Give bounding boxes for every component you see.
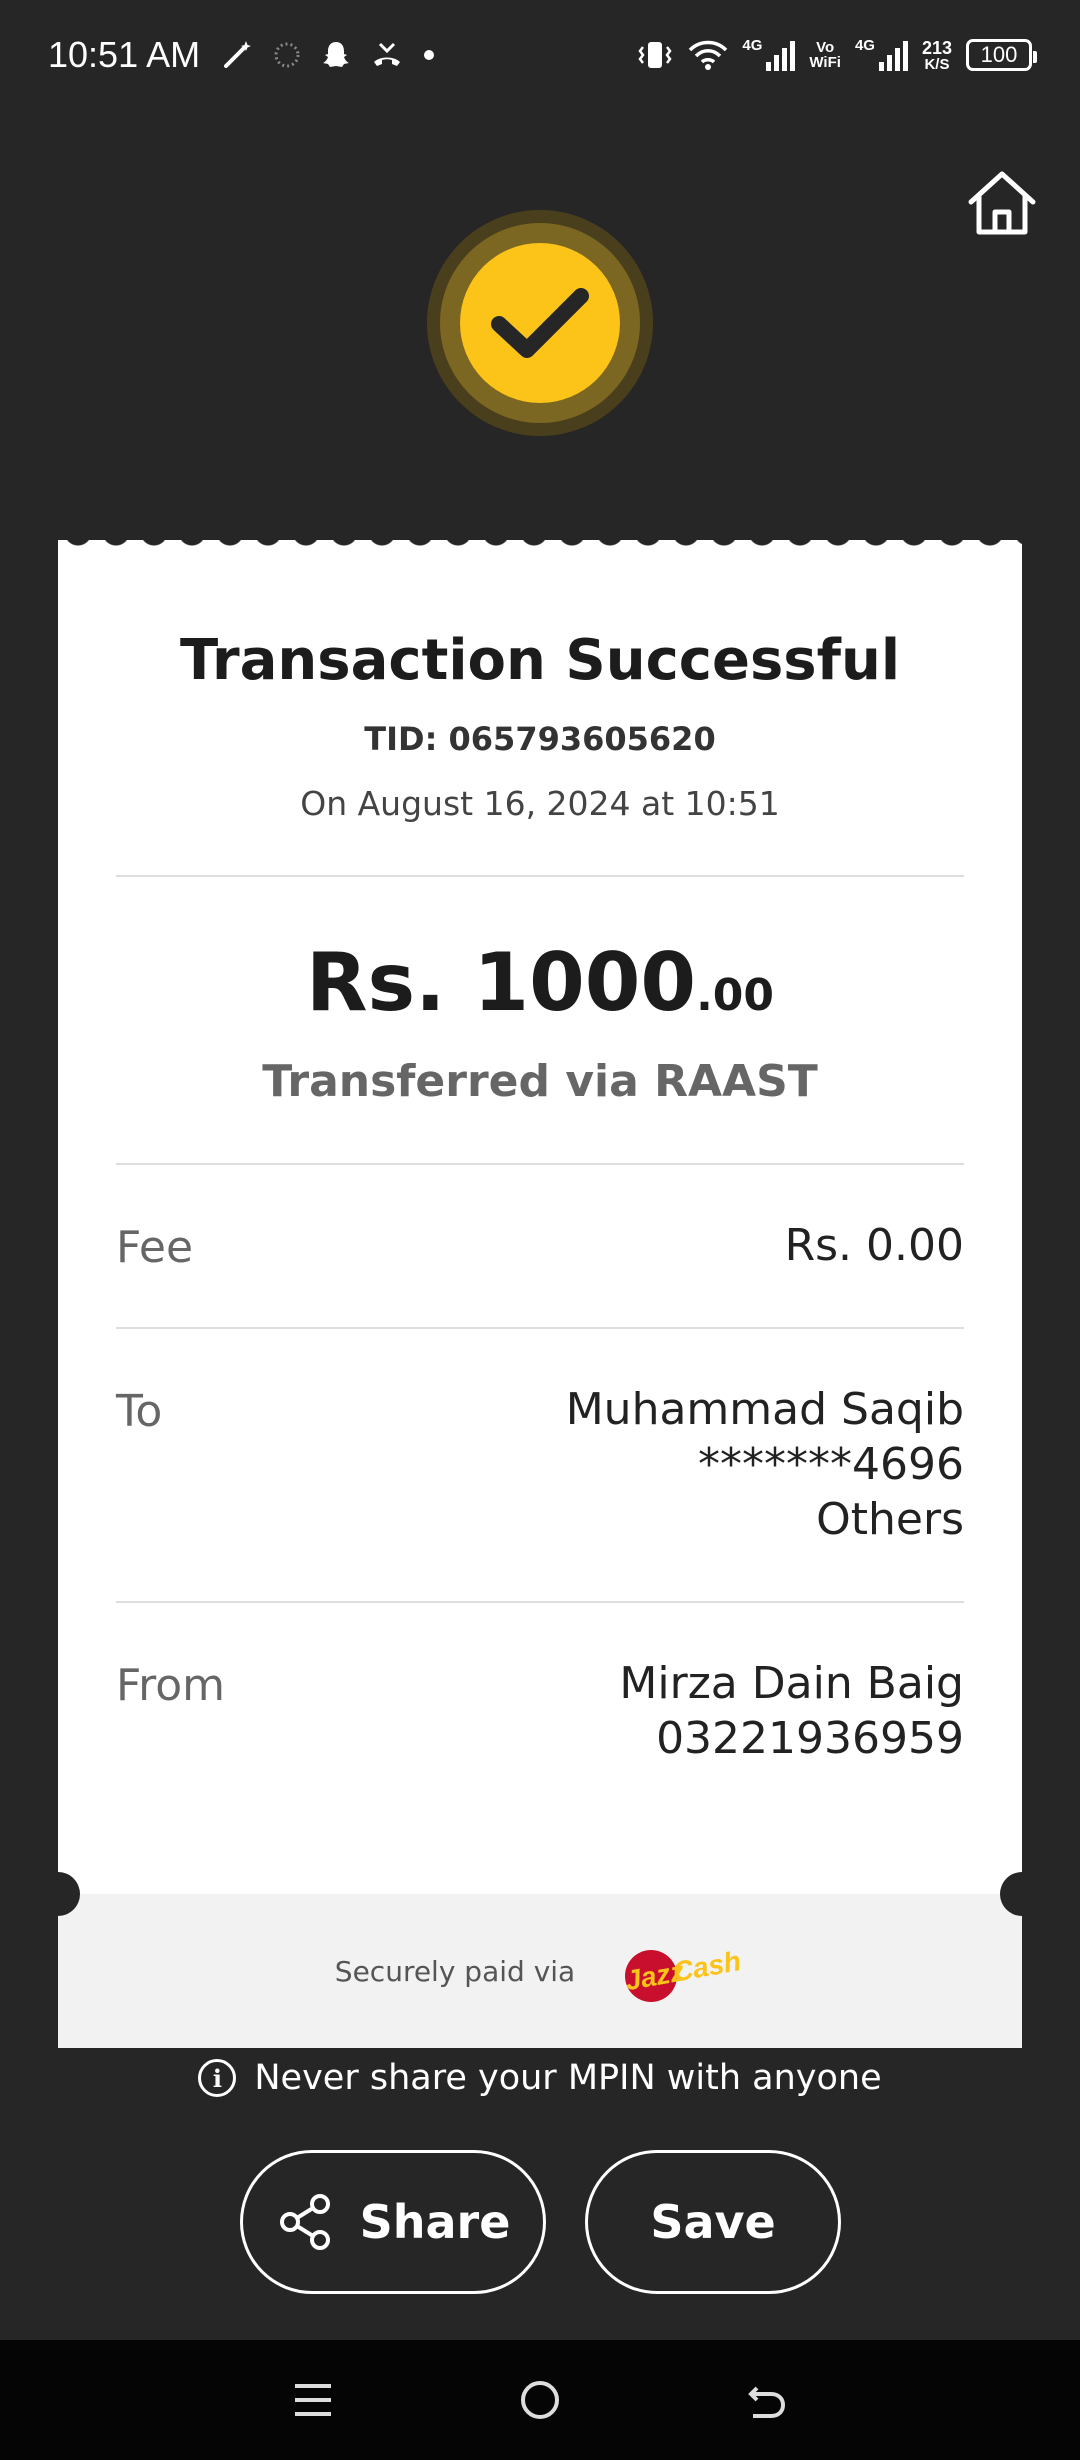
- share-button-label: Share: [359, 2195, 511, 2249]
- transaction-date: On August 16, 2024 at 10:51: [300, 784, 780, 823]
- save-button[interactable]: Save: [585, 2150, 841, 2294]
- signal-1: 4G: [742, 37, 796, 72]
- vowifi-label: Vo WiFi: [809, 39, 841, 71]
- divider: [116, 1601, 964, 1603]
- battery-indicator: 100: [966, 39, 1037, 71]
- receipt-scallop-edge: [58, 532, 1022, 558]
- system-nav-bar: [0, 2340, 1080, 2460]
- jazzcash-logo-mark: Jazz Cash: [623, 1945, 744, 2002]
- receipt-notch-right: [1000, 1872, 1044, 1916]
- to-details: Muhammad Saqib *******4696 Others: [566, 1382, 964, 1547]
- snapchat-icon: [323, 42, 350, 67]
- vibrate-icon: [638, 42, 672, 68]
- network-speed: 213 K/S: [921, 37, 952, 73]
- loading-icon: [274, 42, 300, 68]
- recent-apps-button[interactable]: [273, 2360, 353, 2440]
- home-icon: [968, 171, 1036, 235]
- divider: [116, 875, 964, 877]
- network-type-2: 4G: [854, 37, 875, 54]
- logo-text-cash: Cash: [671, 1945, 744, 1987]
- from-label: From: [116, 1660, 226, 1711]
- share-icon: [279, 2194, 330, 2250]
- signal-bars-icon: [878, 41, 908, 71]
- circle-home-icon: [520, 2381, 559, 2419]
- divider: [116, 1327, 964, 1329]
- missed-call-icon: [374, 42, 401, 66]
- amount-cents: .00: [696, 970, 775, 1021]
- security-notice-text: Never share your MPIN with anyone: [254, 2058, 882, 2098]
- wifi-icon: [689, 40, 728, 70]
- amount-main: Rs. 1000: [305, 936, 697, 1029]
- fee-value: Rs. 0.00: [785, 1218, 964, 1273]
- save-button-label: Save: [650, 2195, 776, 2249]
- jazzcash-logo: Jazz Cash: [605, 1936, 745, 2006]
- sender-number: 03221936959: [656, 1713, 964, 1764]
- status-time: 10:51 AM: [48, 34, 201, 75]
- notification-icons: [220, 38, 436, 72]
- sender-name: Mirza Dain Baig: [619, 1658, 964, 1709]
- fee-amount: Rs. 0.00: [784, 1220, 964, 1271]
- transfer-method: Transferred via RAAST: [262, 1056, 818, 1107]
- status-bar: 10:51 AM 4G Vo WiFi 4G 213 K/S 100: [0, 0, 1080, 110]
- fee-label: Fee: [116, 1222, 194, 1273]
- home-nav-button[interactable]: [500, 2360, 580, 2440]
- signal-2: 4G: [855, 38, 908, 72]
- transaction-id: TID: 065793605620: [364, 720, 716, 758]
- network-type-1: 4G: [742, 37, 763, 54]
- secure-payment-text: Securely paid via: [334, 1954, 576, 1988]
- signal-bars-icon: [766, 41, 796, 71]
- recipient-account: *******4696: [698, 1439, 964, 1490]
- magic-wand-icon: [224, 41, 252, 68]
- checkmark-icon: [491, 288, 589, 358]
- back-nav-button[interactable]: [727, 2360, 807, 2440]
- menu-icon: [295, 2384, 332, 2416]
- recipient-bank: Others: [816, 1494, 964, 1545]
- transaction-amount: Rs. 1000.00: [58, 936, 1022, 1029]
- home-button[interactable]: [965, 168, 1039, 238]
- divider: [116, 1163, 964, 1165]
- recipient-name: Muhammad Saqib: [565, 1384, 964, 1435]
- status-right: 4G Vo WiFi 4G 213 K/S 100: [636, 37, 1037, 73]
- receipt-card: [58, 540, 1022, 2048]
- status-left: 10:51 AM: [48, 34, 436, 76]
- receipt-notch-left: [36, 1872, 80, 1916]
- security-notice: i Never share your MPIN with anyone: [0, 2058, 1080, 2098]
- back-icon: [747, 2386, 785, 2418]
- dot-icon: [424, 50, 435, 60]
- success-badge: [460, 243, 620, 403]
- to-label: To: [116, 1386, 163, 1437]
- info-icon: i: [198, 2059, 237, 2097]
- page-title: Transaction Successful: [179, 628, 901, 693]
- receipt-footer: Securely paid via Jazz Cash: [58, 1894, 1022, 2048]
- from-details: Mirza Dain Baig 03221936959: [619, 1656, 964, 1766]
- share-button[interactable]: Share: [240, 2150, 546, 2294]
